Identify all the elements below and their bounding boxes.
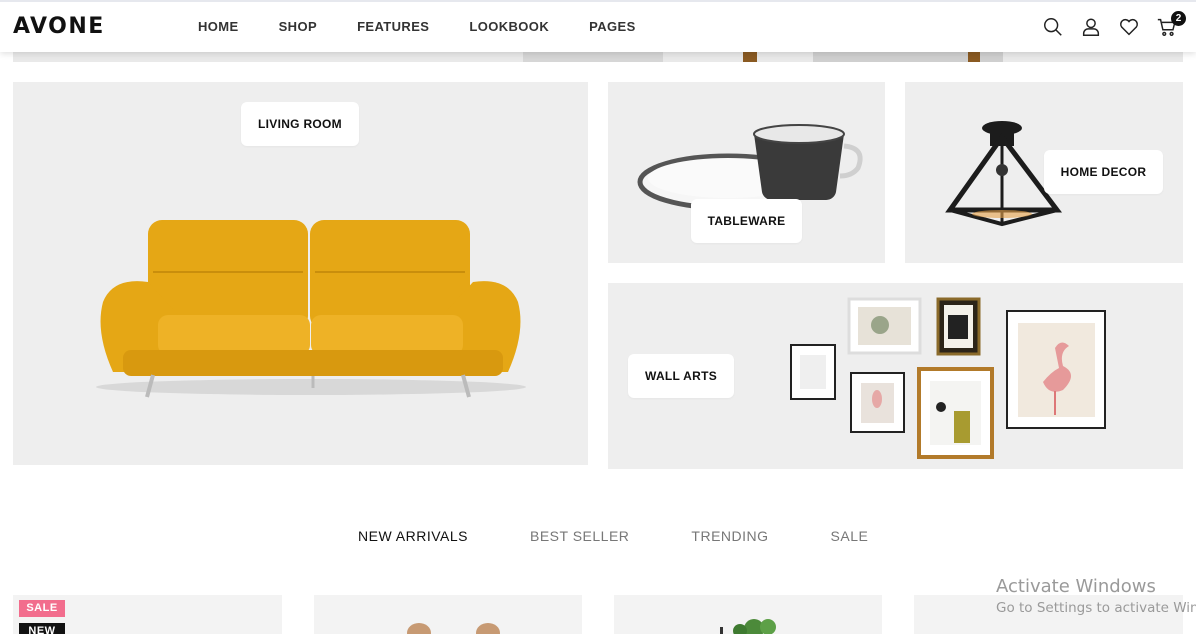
main-nav: HOME SHOP FEATURES LOOKBOOK PAGES (198, 19, 636, 34)
product-card[interactable] (614, 595, 882, 634)
product-image (720, 619, 776, 634)
site-logo[interactable]: AVONE (13, 14, 105, 39)
living-room-label[interactable]: LIVING ROOM (241, 102, 359, 146)
header-icons: 2 (1042, 11, 1186, 38)
nav-lookbook[interactable]: LOOKBOOK (469, 19, 549, 34)
activate-windows-subtitle: Go to Settings to activate Windows. (996, 600, 1196, 616)
product-image (407, 623, 500, 634)
nav-shop[interactable]: SHOP (279, 19, 317, 34)
wall-arts-label[interactable]: WALL ARTS (628, 354, 734, 398)
category-tile-home-decor[interactable]: HOME DECOR (905, 82, 1183, 263)
product-tabs: NEW ARRIVALS BEST SELLER TRENDING SALE (358, 528, 868, 544)
nav-features[interactable]: FEATURES (357, 19, 429, 34)
cart-icon[interactable]: 2 (1156, 11, 1186, 38)
category-tile-wall-arts[interactable]: WALL ARTS (608, 283, 1183, 469)
nav-pages[interactable]: PAGES (589, 19, 636, 34)
category-tile-living-room[interactable]: LIVING ROOM (13, 82, 588, 465)
tableware-label[interactable]: TABLEWARE (691, 199, 802, 243)
category-tile-tableware[interactable]: TABLEWARE (608, 82, 885, 263)
sale-badge: SALE (19, 600, 65, 617)
heart-icon[interactable] (1118, 16, 1140, 38)
user-icon[interactable] (1080, 16, 1102, 38)
tab-trending[interactable]: TRENDING (691, 528, 768, 544)
search-icon[interactable] (1042, 16, 1064, 38)
nav-home[interactable]: HOME (198, 19, 239, 34)
tab-sale[interactable]: SALE (831, 528, 869, 544)
activate-windows-title: Activate Windows (996, 576, 1156, 597)
tab-new-arrivals[interactable]: NEW ARRIVALS (358, 528, 468, 544)
site-header: AVONE HOME SHOP FEATURES LOOKBOOK PAGES … (0, 0, 1196, 52)
cart-count-badge: 2 (1171, 11, 1186, 26)
new-badge: NEW (19, 623, 65, 634)
product-card[interactable] (314, 595, 582, 634)
tab-best-seller[interactable]: BEST SELLER (530, 528, 629, 544)
home-decor-label[interactable]: HOME DECOR (1044, 150, 1163, 194)
